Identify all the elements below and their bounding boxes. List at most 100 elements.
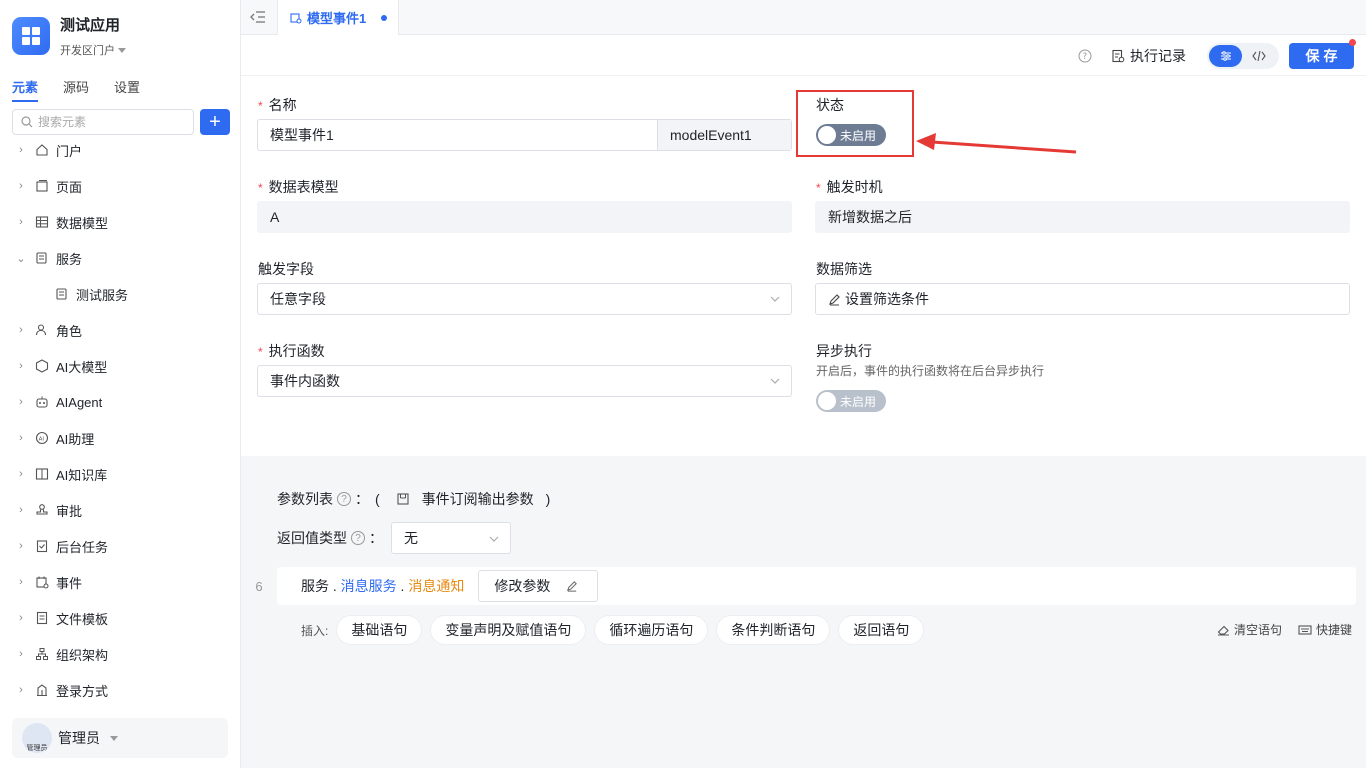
element-tree: › 门户 › 页面 › 数据模型 ⌄ 服务 测试服务 › 角色 › AI大模型 … bbox=[0, 132, 240, 708]
event-icon bbox=[34, 574, 50, 590]
help-icon[interactable]: ? bbox=[351, 531, 365, 545]
trigger-field-select[interactable]: 任意字段 bbox=[257, 283, 792, 315]
search-input[interactable] bbox=[38, 115, 188, 129]
code-seg-message-service[interactable]: 消息服务 bbox=[341, 576, 397, 596]
chevron-right-icon: › bbox=[19, 468, 23, 480]
sidebar-item-ai-knowledge[interactable]: › AI知识库 bbox=[0, 456, 240, 492]
async-switch-text: 未启用 bbox=[840, 394, 877, 409]
sidebar-item-service[interactable]: ⌄ 服务 bbox=[0, 240, 240, 276]
service-icon bbox=[54, 286, 70, 302]
help-icon[interactable]: ? bbox=[337, 492, 351, 506]
modify-params-button[interactable]: 修改参数 bbox=[478, 570, 599, 602]
statement[interactable]: 服务 . 消息服务 . 消息通知 修改参数 bbox=[277, 567, 1356, 605]
sidebar-item-ai-assistant[interactable]: › AI AI助理 bbox=[0, 420, 240, 456]
chevron-right-icon: › bbox=[19, 396, 23, 408]
sidebar-item-org[interactable]: › 组织架构 bbox=[0, 636, 240, 672]
execution-log-button[interactable]: 执行记录 bbox=[1111, 46, 1186, 66]
save-button[interactable]: 保存 bbox=[1289, 43, 1354, 69]
sidebar-item-role[interactable]: › 角色 bbox=[0, 312, 240, 348]
async-switch[interactable]: 未启用 bbox=[816, 390, 886, 412]
code-icon bbox=[1251, 50, 1266, 62]
stamp-icon bbox=[34, 502, 50, 518]
return-type-label: 返回值类型 bbox=[277, 530, 347, 546]
chevron-right-icon: › bbox=[19, 576, 23, 588]
code-seg-notify[interactable]: 消息通知 bbox=[408, 576, 464, 596]
insert-loop-statement[interactable]: 循环遍历语句 bbox=[594, 615, 709, 645]
svg-text:AI: AI bbox=[39, 436, 45, 442]
org-icon bbox=[34, 646, 50, 662]
sidebar-item-event[interactable]: › 事件 bbox=[0, 564, 240, 600]
sidebar-item-label: 组织架构 bbox=[56, 647, 109, 663]
unsaved-dot bbox=[381, 14, 388, 21]
code-seg-service: 服务 bbox=[301, 578, 329, 594]
exec-function-select[interactable]: 事件内函数 bbox=[257, 365, 792, 397]
tab-model-event[interactable]: 模型事件1 bbox=[277, 0, 399, 35]
chevron-down-icon: ⌄ bbox=[16, 252, 26, 265]
data-filter-button[interactable]: 设置筛选条件 bbox=[815, 283, 1350, 315]
annotation-arrow-icon bbox=[916, 133, 1077, 154]
sidebar-item-label: 登录方式 bbox=[56, 683, 109, 699]
sidebar-item-test-service[interactable]: 测试服务 bbox=[0, 276, 240, 312]
portal-selector[interactable]: 开发区门户 bbox=[60, 42, 126, 58]
insert-condition-statement[interactable]: 条件判断语句 bbox=[716, 615, 831, 645]
user-menu[interactable]: 管理员 管理员 bbox=[12, 718, 228, 758]
sidebar-item-label: AI助理 bbox=[56, 431, 95, 447]
paren-close: ) bbox=[545, 491, 551, 507]
view-mode-toggle bbox=[1207, 43, 1279, 69]
tab-label: 模型事件1 bbox=[307, 11, 367, 26]
sidebar-item-ai-model[interactable]: › AI大模型 bbox=[0, 348, 240, 384]
table-model-field: A bbox=[257, 201, 792, 233]
async-label: 异步执行 bbox=[816, 343, 872, 359]
name-field[interactable]: 模型事件1 modelEvent1 bbox=[257, 119, 792, 151]
sidebar-item-approval[interactable]: › 审批 bbox=[0, 492, 240, 528]
sidebar-item-login[interactable]: › 登录方式 bbox=[0, 672, 240, 708]
collapse-sidebar-icon[interactable] bbox=[249, 8, 267, 26]
insert-return-statement[interactable]: 返回语句 bbox=[838, 615, 925, 645]
edit-icon bbox=[829, 293, 840, 306]
async-hint: 开启后，事件的执行函数将在后台异步执行 bbox=[816, 364, 1045, 378]
code-mode-button[interactable] bbox=[1242, 45, 1275, 67]
caret-down-icon bbox=[118, 47, 126, 53]
sidebar-item-background-task[interactable]: › 后台任务 bbox=[0, 528, 240, 564]
sidebar-item-label: 门户 bbox=[56, 143, 83, 159]
chevron-down-icon bbox=[489, 536, 499, 542]
sidebar-item-label: AIAgent bbox=[56, 394, 103, 410]
sidebar: 测试应用 开发区门户 元素 源码 设置 + › 门户 › 页面 › bbox=[0, 0, 241, 768]
home-icon bbox=[34, 142, 50, 158]
ai-model-icon bbox=[34, 358, 50, 374]
shortcut-button[interactable]: 快捷键 bbox=[1298, 621, 1352, 638]
log-icon bbox=[1112, 49, 1125, 63]
table-model-label: * 数据表模型 bbox=[258, 179, 339, 195]
return-type-select[interactable]: 无 bbox=[391, 522, 511, 554]
code-dot: . bbox=[329, 578, 341, 594]
sidebar-item-data-model[interactable]: › 数据模型 bbox=[0, 204, 240, 240]
unsaved-indicator bbox=[1349, 39, 1356, 46]
exec-function-label: * 执行函数 bbox=[258, 343, 325, 359]
code-line: 6 服务 . 消息服务 . 消息通知 修改参数 bbox=[241, 567, 1356, 605]
visual-mode-button[interactable] bbox=[1209, 45, 1242, 67]
clear-statements-button[interactable]: 清空语句 bbox=[1217, 621, 1282, 638]
insert-variable-statement[interactable]: 变量声明及赋值语句 bbox=[430, 615, 587, 645]
chevron-right-icon: › bbox=[19, 684, 23, 696]
help-icon[interactable]: ? bbox=[1078, 49, 1092, 63]
chevron-right-icon: › bbox=[19, 324, 23, 336]
name-code-field[interactable]: modelEvent1 bbox=[657, 120, 791, 150]
table-icon bbox=[34, 214, 50, 230]
param-list: 参数列表 ? ： ( 事件订阅输出参数 ) bbox=[277, 489, 550, 509]
struct-icon bbox=[397, 493, 409, 505]
chevron-right-icon: › bbox=[19, 540, 23, 552]
sidebar-item-file-template[interactable]: › 文件模板 bbox=[0, 600, 240, 636]
chevron-right-icon: › bbox=[19, 612, 23, 624]
edit-icon bbox=[567, 581, 578, 592]
sidebar-item-ai-agent[interactable]: › AIAgent bbox=[0, 384, 240, 420]
sidebar-item-portal[interactable]: › 门户 bbox=[0, 132, 240, 168]
insert-basic-statement[interactable]: 基础语句 bbox=[336, 615, 423, 645]
chevron-right-icon: › bbox=[19, 360, 23, 372]
chevron-right-icon: › bbox=[19, 432, 23, 444]
sidebar-item-label: AI大模型 bbox=[56, 359, 108, 375]
sidebar-item-label: 测试服务 bbox=[76, 287, 129, 303]
tab-elements[interactable]: 元素 bbox=[12, 77, 39, 102]
tab-source[interactable]: 源码 bbox=[63, 77, 89, 102]
sidebar-item-page[interactable]: › 页面 bbox=[0, 168, 240, 204]
tab-settings[interactable]: 设置 bbox=[114, 77, 140, 102]
